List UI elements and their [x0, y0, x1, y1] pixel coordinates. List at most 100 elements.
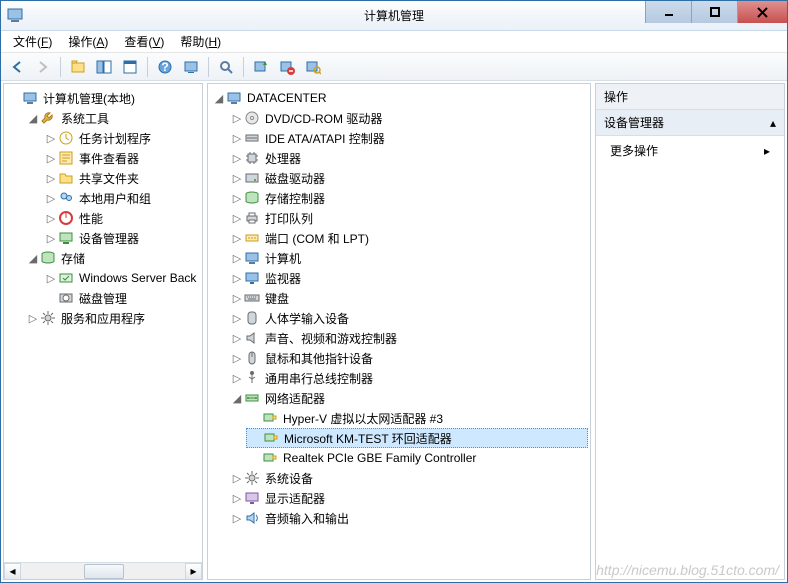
device-category[interactable]: ▷磁盘驱动器 — [228, 168, 588, 188]
users-icon — [58, 190, 74, 206]
forward-button[interactable] — [31, 55, 55, 79]
computer-icon — [22, 90, 38, 106]
cpu-icon — [244, 150, 260, 166]
clock-icon — [58, 130, 74, 146]
nav-storage-item[interactable]: 磁盘管理 — [42, 288, 200, 308]
tree-label: Realtek PCIe GBE Family Controller — [281, 450, 478, 466]
tree-label: DATACENTER — [245, 90, 329, 106]
scan-hardware-button[interactable] — [301, 55, 325, 79]
actions-pane: 操作 设备管理器 ▴ 更多操作 ▸ — [595, 83, 785, 580]
usb-icon — [244, 370, 260, 386]
nav-systool-item[interactable]: ▷设备管理器 — [42, 228, 200, 248]
display-icon — [244, 490, 260, 506]
mouse-icon — [244, 350, 260, 366]
menu-help[interactable]: 帮助(H) — [172, 31, 229, 52]
device-category[interactable]: ▷存储控制器 — [228, 188, 588, 208]
device-category[interactable]: ▷IDE ATA/ATAPI 控制器 — [228, 128, 588, 148]
device-category[interactable]: ▷键盘 — [228, 288, 588, 308]
tree-label: 本地用户和组 — [77, 189, 153, 208]
up-button[interactable] — [66, 55, 90, 79]
storage-icon — [40, 250, 56, 266]
left-scrollbar[interactable]: ◂ ▸ — [4, 562, 202, 579]
device-category[interactable]: ▷音频输入和输出 — [228, 508, 588, 528]
nav-system-tools[interactable]: ◢系统工具 — [24, 108, 200, 128]
device-network-adapter[interactable]: Realtek PCIe GBE Family Controller — [246, 448, 588, 468]
svg-text:?: ? — [161, 60, 168, 74]
nav-systool-item[interactable]: ▷性能 — [42, 208, 200, 228]
storage-icon — [244, 190, 260, 206]
device-network-adapter[interactable]: Hyper-V 虚拟以太网适配器 #3 — [246, 408, 588, 428]
scroll-thumb[interactable] — [84, 564, 124, 579]
content-area: 计算机管理(本地)◢系统工具▷任务计划程序▷事件查看器▷共享文件夹▷本地用户和组… — [1, 81, 787, 582]
console-button[interactable] — [179, 55, 203, 79]
uninstall-button[interactable] — [275, 55, 299, 79]
network-adapter-icon — [263, 430, 279, 446]
network-adapter-icon — [262, 410, 278, 426]
sound-icon — [244, 330, 260, 346]
tree-label: 事件查看器 — [77, 149, 141, 168]
device-network-adapter[interactable]: Microsoft KM-TEST 环回适配器 — [246, 428, 588, 448]
nav-systool-item[interactable]: ▷事件查看器 — [42, 148, 200, 168]
nav-services[interactable]: ▷服务和应用程序 — [24, 308, 200, 328]
toolbar: ? — [1, 53, 787, 81]
device-category[interactable]: ▷显示适配器 — [228, 488, 588, 508]
maximize-button[interactable] — [691, 1, 737, 23]
network-adapter-icon — [262, 450, 278, 466]
tree-label: 人体学输入设备 — [263, 309, 351, 328]
tree-label: 鼠标和其他指针设备 — [263, 349, 375, 368]
tree-label: Windows Server Back — [77, 270, 198, 286]
actions-subtitle[interactable]: 设备管理器 ▴ — [596, 110, 784, 136]
device-category[interactable]: ▷打印队列 — [228, 208, 588, 228]
device-network-category[interactable]: ◢网络适配器 — [228, 388, 588, 408]
tree-label: 磁盘驱动器 — [263, 169, 327, 188]
nav-storage[interactable]: ◢存储 — [24, 248, 200, 268]
tree-label: 打印队列 — [263, 209, 315, 228]
tree-label: 计算机管理(本地) — [41, 89, 137, 108]
device-category[interactable]: ▷人体学输入设备 — [228, 308, 588, 328]
help-button[interactable]: ? — [153, 55, 177, 79]
nav-systool-item[interactable]: ▷任务计划程序 — [42, 128, 200, 148]
back-button[interactable] — [5, 55, 29, 79]
tree-label: 共享文件夹 — [77, 169, 141, 188]
tree-label: 磁盘管理 — [77, 289, 129, 308]
properties-button[interactable] — [118, 55, 142, 79]
nav-storage-item[interactable]: ▷Windows Server Back — [42, 268, 200, 288]
device-category[interactable]: ▷通用串行总线控制器 — [228, 368, 588, 388]
device-category[interactable]: ▷系统设备 — [228, 468, 588, 488]
menu-view[interactable]: 查看(V) — [116, 31, 172, 52]
device-category[interactable]: ▷端口 (COM 和 LPT) — [228, 228, 588, 248]
minimize-button[interactable] — [645, 1, 691, 23]
collapse-icon: ▴ — [770, 116, 776, 130]
device-root[interactable]: ◢DATACENTER — [210, 88, 588, 108]
scroll-left-button[interactable]: ◂ — [4, 563, 21, 580]
find-button[interactable] — [214, 55, 238, 79]
port-icon — [244, 230, 260, 246]
menu-file[interactable]: 文件(F) — [5, 31, 60, 52]
keyboard-icon — [244, 290, 260, 306]
show-hide-tree-button[interactable] — [92, 55, 116, 79]
nav-systool-item[interactable]: ▷本地用户和组 — [42, 188, 200, 208]
device-category[interactable]: ▷声音、视频和游戏控制器 — [228, 328, 588, 348]
hid-icon — [244, 310, 260, 326]
navigation-tree[interactable]: 计算机管理(本地)◢系统工具▷任务计划程序▷事件查看器▷共享文件夹▷本地用户和组… — [4, 84, 202, 332]
actions-more[interactable]: 更多操作 ▸ — [596, 136, 784, 165]
close-button[interactable] — [737, 1, 787, 23]
device-category[interactable]: ▷处理器 — [228, 148, 588, 168]
tree-label: 声音、视频和游戏控制器 — [263, 329, 399, 348]
gear-icon — [244, 470, 260, 486]
nav-systool-item[interactable]: ▷共享文件夹 — [42, 168, 200, 188]
scroll-right-button[interactable]: ▸ — [185, 563, 202, 580]
hdd-icon — [244, 170, 260, 186]
actions-header: 操作 — [596, 84, 784, 110]
tree-label: 监视器 — [263, 269, 303, 288]
device-category[interactable]: ▷计算机 — [228, 248, 588, 268]
device-category[interactable]: ▷监视器 — [228, 268, 588, 288]
navigation-tree-pane: 计算机管理(本地)◢系统工具▷任务计划程序▷事件查看器▷共享文件夹▷本地用户和组… — [3, 83, 203, 580]
device-category[interactable]: ▷鼠标和其他指针设备 — [228, 348, 588, 368]
update-driver-button[interactable] — [249, 55, 273, 79]
window-frame: 计算机管理 文件(F) 操作(A) 查看(V) 帮助(H) ? 计算机管理(本地… — [0, 0, 788, 583]
menu-action[interactable]: 操作(A) — [60, 31, 116, 52]
nav-root[interactable]: 计算机管理(本地) — [6, 88, 200, 108]
device-tree[interactable]: ◢DATACENTER▷DVD/CD-ROM 驱动器▷IDE ATA/ATAPI… — [208, 84, 590, 532]
device-category[interactable]: ▷DVD/CD-ROM 驱动器 — [228, 108, 588, 128]
